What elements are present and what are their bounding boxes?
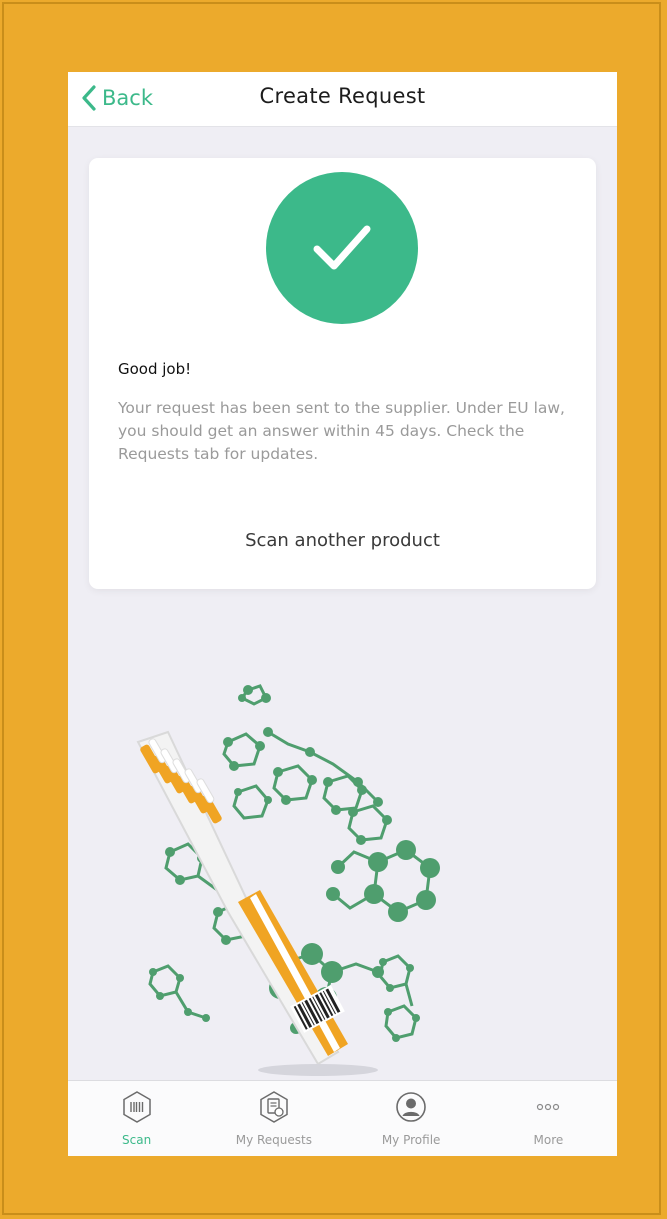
tab-label: My Profile bbox=[381, 1133, 441, 1147]
tab-bar: Scan My Requests My Profile More bbox=[68, 1080, 617, 1156]
navigation-bar: Back Create Request bbox=[68, 72, 617, 127]
tab-label: My Requests bbox=[235, 1133, 312, 1147]
page-title: Create Request bbox=[259, 84, 426, 108]
tab-label: More bbox=[533, 1133, 564, 1147]
document-requests-icon bbox=[260, 1091, 288, 1123]
tab-more[interactable]: More bbox=[480, 1081, 617, 1156]
phone-screen: Back Create Request Good job! Your reque… bbox=[68, 72, 617, 1156]
more-dots-icon bbox=[537, 1103, 560, 1111]
user-profile-icon bbox=[396, 1092, 426, 1122]
success-badge bbox=[266, 172, 418, 324]
tab-scan[interactable]: Scan bbox=[68, 1081, 205, 1156]
success-card: Good job! Your request has been sent to … bbox=[89, 158, 596, 589]
tab-label: Scan bbox=[122, 1133, 152, 1147]
success-title: Good job! bbox=[118, 360, 192, 378]
toothbrush-molecules-illustration bbox=[136, 684, 440, 1076]
tab-my-requests[interactable]: My Requests bbox=[205, 1081, 342, 1156]
scan-another-product-button[interactable]: Scan another product bbox=[89, 530, 596, 551]
success-message: Your request has been sent to the suppli… bbox=[118, 399, 565, 463]
tab-my-profile[interactable]: My Profile bbox=[343, 1081, 480, 1156]
checkmark-icon bbox=[313, 225, 371, 270]
barcode-scan-icon bbox=[122, 1091, 151, 1123]
